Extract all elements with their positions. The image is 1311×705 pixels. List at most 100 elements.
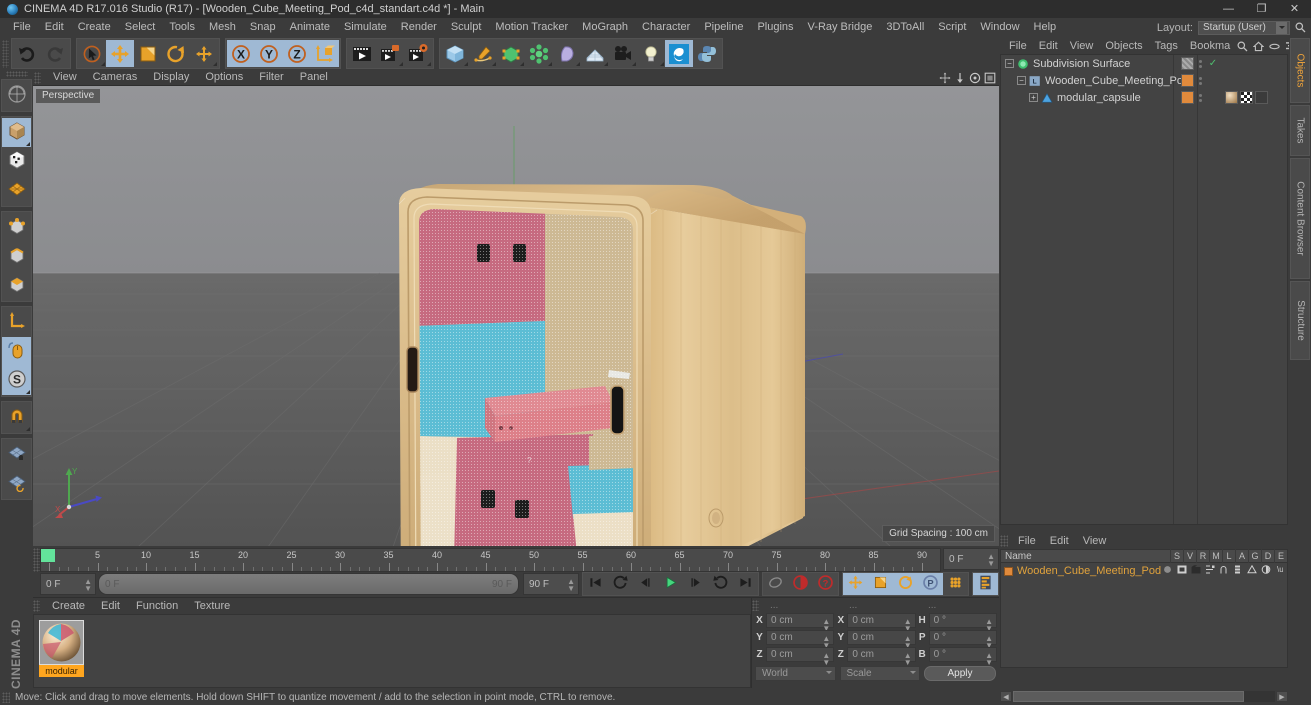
toolbar-grip[interactable] [2, 39, 9, 68]
chevron-down-icon[interactable] [1276, 21, 1287, 34]
texture-mode-button[interactable] [2, 147, 31, 176]
generators-toggle-icon[interactable] [1246, 564, 1257, 575]
menu-create[interactable]: Create [71, 18, 118, 37]
step-forward-frame-button[interactable] [683, 573, 708, 595]
live-selection-tool[interactable] [78, 40, 106, 67]
viewport-canvas[interactable]: Perspective Y X Grid Spacing: 100 cm [33, 85, 999, 546]
layout-select[interactable]: Startup (User) [1198, 20, 1290, 35]
scroll-left-arrow-icon[interactable]: ◀ [1000, 691, 1012, 702]
lock-toggle-icon[interactable] [1218, 564, 1229, 575]
viewport-menu-filter[interactable]: Filter [251, 70, 291, 85]
points-mode-button[interactable] [2, 213, 31, 242]
object-menu-file[interactable]: File [1003, 38, 1033, 54]
viewport-menu-options[interactable]: Options [197, 70, 251, 85]
stepper-icon[interactable]: ▲ ▼ [987, 553, 995, 568]
layer-column-a[interactable]: A [1235, 549, 1248, 563]
viewport-solo-button[interactable] [2, 337, 31, 366]
object-row[interactable]: + modular_capsule [1001, 89, 1287, 106]
model-mode-button[interactable] [2, 118, 31, 147]
menu-edit[interactable]: Edit [38, 18, 71, 37]
visibility-dots[interactable] [1196, 93, 1205, 102]
manager-toggle-icon[interactable] [1204, 564, 1215, 575]
object-menu-bookma[interactable]: Bookma [1184, 38, 1236, 54]
visibility-dots[interactable] [1196, 76, 1205, 85]
viewport-menu-display[interactable]: Display [145, 70, 197, 85]
workplane-lock-button[interactable] [2, 440, 31, 469]
coordinates-grip[interactable] [752, 599, 759, 611]
pan-view-icon[interactable] [938, 71, 951, 84]
expand-toggle-icon[interactable]: − [1005, 59, 1014, 68]
rotation-p-field[interactable]: 0 ° ▲ ▼ [928, 630, 997, 650]
enabled-check-icon[interactable]: ✓ [1207, 58, 1219, 69]
menu-pipeline[interactable]: Pipeline [697, 18, 750, 37]
python-script-button[interactable] [693, 40, 721, 67]
current-frame-field[interactable]: 0 F ▲ ▼ [40, 573, 96, 595]
autokeying-button[interactable] [788, 573, 813, 595]
object-tag-swatch[interactable] [1181, 91, 1194, 104]
right-tab-objects[interactable]: Objects [1290, 38, 1310, 103]
transform-mode-select[interactable]: Scale [839, 665, 920, 681]
object-tree[interactable]: − Subdivision Surface ✓ − L Wooden_Cube_… [1000, 54, 1288, 525]
layer-column-g[interactable]: G [1248, 549, 1261, 563]
menu-window[interactable]: Window [973, 18, 1026, 37]
size-z-field[interactable]: 0 cm ▲ ▼ [847, 647, 916, 667]
expressions-toggle-icon[interactable]: \u2022 [1274, 564, 1285, 575]
menu-script[interactable]: Script [931, 18, 973, 37]
go-to-start-button[interactable] [583, 573, 608, 595]
move-tool[interactable] [106, 40, 134, 67]
rotation-h-field[interactable]: 0 ° ▲ ▼ [928, 613, 997, 633]
timeline-mode-button[interactable] [973, 573, 998, 595]
scale-tool[interactable] [134, 40, 162, 67]
undo-button[interactable] [13, 40, 41, 67]
render-view-button[interactable] [348, 40, 376, 67]
status-bar-grip[interactable] [2, 692, 10, 703]
menu-v-ray-bridge[interactable]: V-Ray Bridge [801, 18, 880, 37]
menu-sculpt[interactable]: Sculpt [444, 18, 489, 37]
menu-3dtoall[interactable]: 3DToAll [879, 18, 931, 37]
viewport-menu-cameras[interactable]: Cameras [85, 70, 146, 85]
viewport-menu-view[interactable]: View [45, 70, 85, 85]
workplane-mode-button[interactable] [2, 176, 31, 205]
render-settings-button[interactable] [404, 40, 432, 67]
menu-select[interactable]: Select [118, 18, 163, 37]
expand-toggle-icon[interactable]: + [1029, 93, 1038, 102]
stepper-icon[interactable]: ▲ ▼ [567, 578, 575, 593]
layer-column-d[interactable]: D [1261, 549, 1274, 563]
material-menu-create[interactable]: Create [44, 598, 93, 614]
record-active-objects-button[interactable] [763, 573, 788, 595]
material-chip[interactable]: modular [39, 620, 84, 677]
next-keyframe-button[interactable] [708, 573, 733, 595]
menu-simulate[interactable]: Simulate [337, 18, 394, 37]
layer-menu-view[interactable]: View [1076, 533, 1114, 549]
layer-column-e[interactable]: E [1274, 549, 1287, 563]
menu-help[interactable]: Help [1027, 18, 1064, 37]
maximize-button[interactable]: ❐ [1245, 0, 1278, 18]
material-list[interactable]: modular [33, 614, 751, 688]
object-axis-mode-button[interactable] [2, 308, 31, 337]
add-light-button[interactable] [637, 40, 665, 67]
add-floor-button[interactable] [581, 40, 609, 67]
visibility-dots[interactable] [1196, 59, 1205, 68]
add-bend-deformer-button[interactable] [553, 40, 581, 67]
material-tag-icon[interactable] [1225, 91, 1238, 104]
playhead[interactable] [41, 549, 55, 562]
key-point-level-animation-button[interactable] [943, 573, 968, 595]
material-menu-function[interactable]: Function [128, 598, 186, 614]
go-to-end-button[interactable] [733, 573, 758, 595]
position-x-field[interactable]: 0 cm ▲ ▼ [766, 613, 835, 633]
content-browser-button[interactable] [665, 40, 693, 67]
link-icon[interactable] [1268, 40, 1281, 53]
menu-mograph[interactable]: MoGraph [575, 18, 635, 37]
object-tag-swatch[interactable] [1181, 57, 1194, 70]
menu-character[interactable]: Character [635, 18, 697, 37]
preview-end-field[interactable]: 0 F ▲ ▼ [943, 548, 999, 570]
object-menu-view[interactable]: View [1064, 38, 1100, 54]
menu-render[interactable]: Render [394, 18, 444, 37]
expand-toggle-icon[interactable]: − [1017, 76, 1026, 85]
right-tab-content-browser[interactable]: Content Browser [1290, 158, 1310, 279]
solo-toggle-icon[interactable] [1162, 564, 1173, 575]
polygons-mode-button[interactable] [2, 271, 31, 300]
layer-column-m[interactable]: M [1209, 549, 1222, 563]
scrollbar-track[interactable] [1013, 691, 1275, 702]
step-back-frame-button[interactable] [633, 573, 658, 595]
